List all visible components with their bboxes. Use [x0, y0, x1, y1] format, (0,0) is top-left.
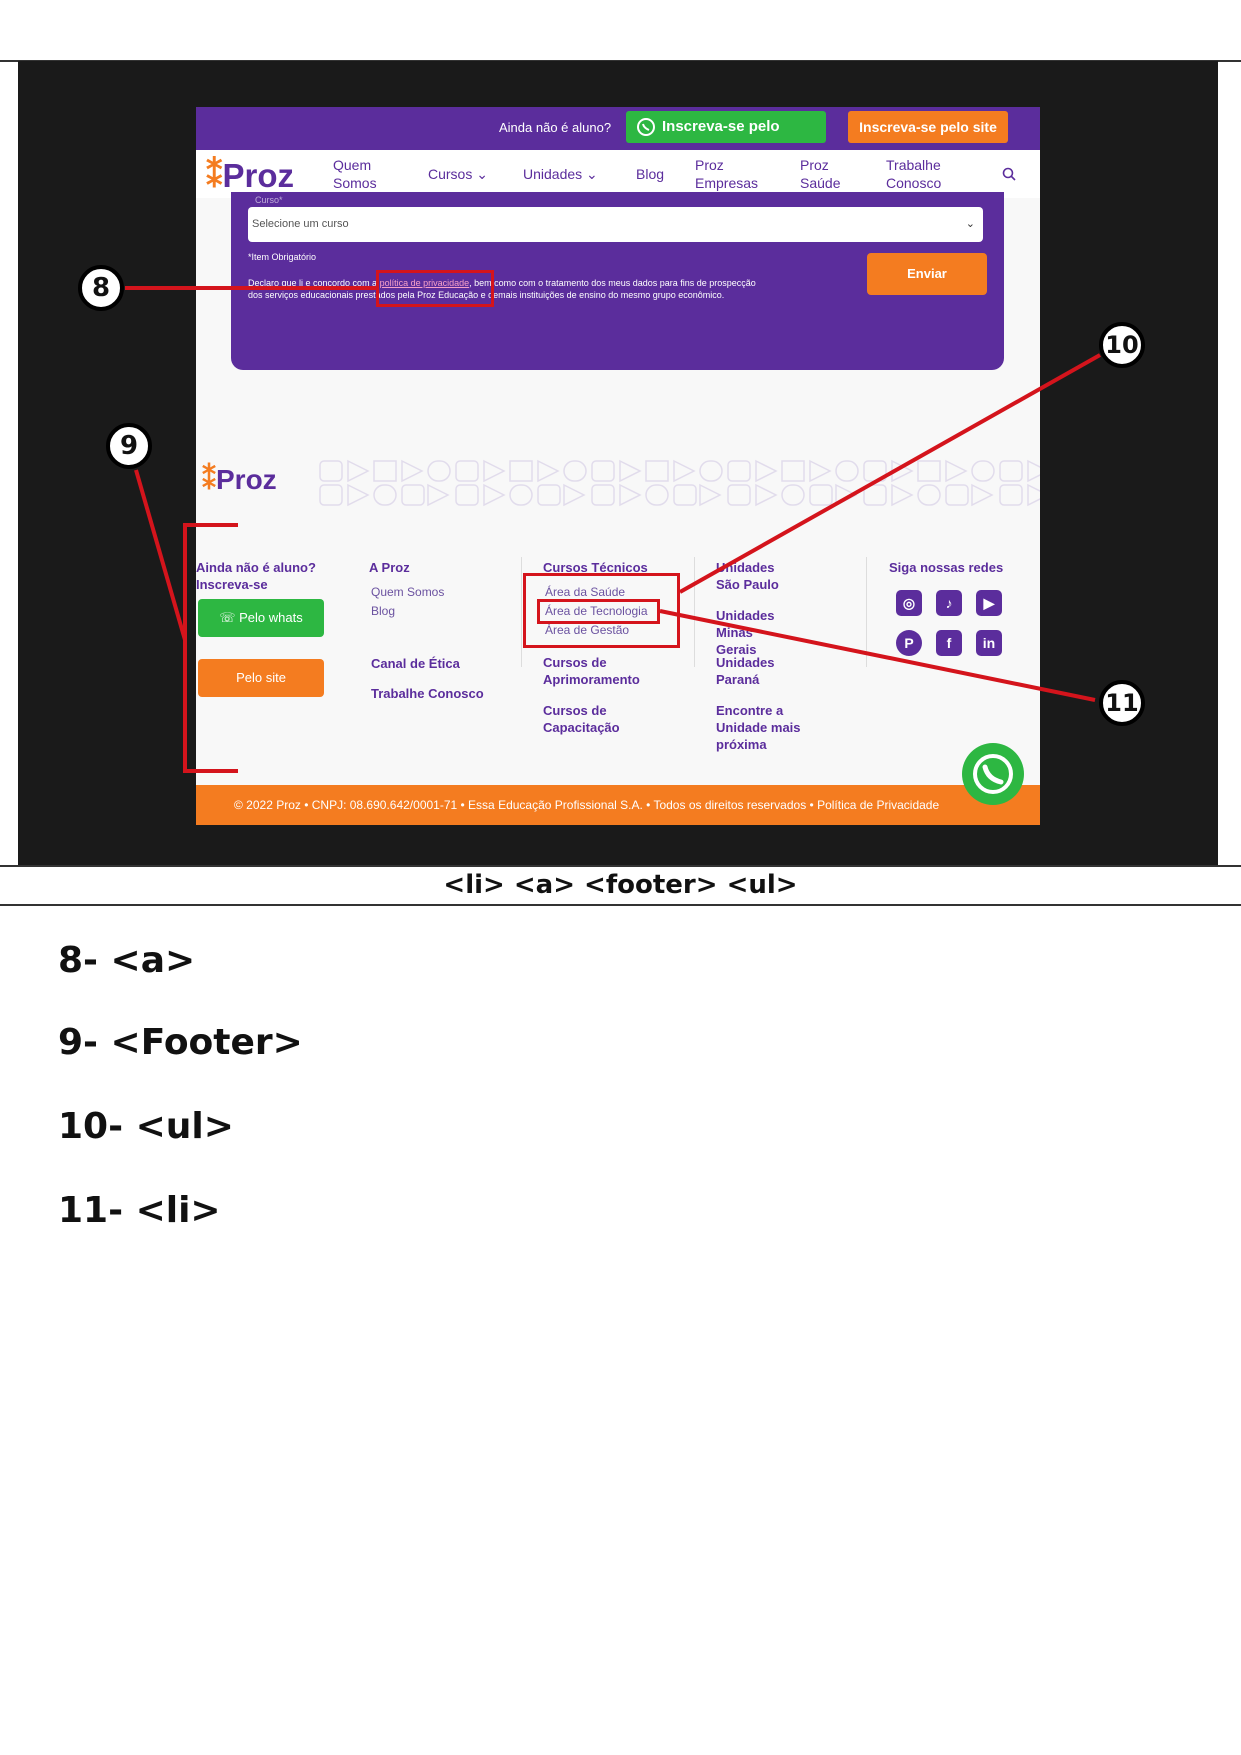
footer-link-trabalhe-conosco[interactable]: Trabalhe Conosco — [371, 685, 484, 702]
nav-proz-saude[interactable]: Proz Saúde — [800, 156, 845, 192]
chevron-down-icon: ⌄ — [965, 218, 975, 230]
top-bar: Ainda não é aluno? Inscreva-se pelo What… — [196, 107, 1040, 167]
footer-logo[interactable]: ⁑Proz — [202, 463, 277, 496]
whats-signup-button[interactable]: Inscreva-se pelo Whats — [626, 111, 826, 167]
nav-blog[interactable]: Blog — [636, 165, 664, 183]
footer-whats-button[interactable]: ☏ Pelo whats — [198, 599, 324, 637]
footer-unidade-proxima[interactable]: Encontre a Unidade mais próxima — [716, 702, 806, 753]
proz-website-screenshot: Ainda não é aluno? Inscreva-se pelo What… — [196, 107, 1040, 825]
pinterest-icon[interactable]: P — [896, 630, 922, 656]
annotation-marker-10: 10 — [1099, 322, 1145, 368]
field-label: Curso* — [255, 195, 283, 205]
footer-link-canal-etica[interactable]: Canal de Ética — [371, 655, 460, 672]
footer-link-capacitacao[interactable]: Cursos de Capacitação — [543, 702, 653, 736]
caption-top-rule — [0, 865, 1241, 867]
figure-caption: <li> <a> <footer> <ul> — [443, 870, 798, 900]
footer-col1-heading: Ainda não é aluno? Inscreva-se — [196, 560, 316, 592]
course-select[interactable]: Selecione um curso ⌄ — [248, 207, 983, 242]
nav-unidades[interactable]: Unidades ⌄ — [523, 165, 598, 183]
nav-quem-somos[interactable]: Quem Somos — [333, 156, 383, 192]
proz-logo-mark-icon: ⁑ — [202, 464, 216, 495]
search-icon[interactable] — [1002, 167, 1016, 181]
whatsapp-icon: ☏ — [219, 610, 236, 625]
whatsapp-icon — [637, 118, 655, 136]
chevron-down-icon: ⌄ — [586, 166, 598, 182]
legend-item-10: 10- <ul> — [58, 1106, 234, 1147]
decorative-pattern — [319, 459, 1040, 507]
consent-text: Declaro que li e concordo com a política… — [248, 278, 756, 300]
annotation-marker-9: 9 — [106, 423, 152, 469]
footer-col2-heading[interactable]: A Proz — [369, 559, 410, 576]
whatsapp-float-button[interactable] — [962, 743, 1024, 805]
footer-unidades-sp[interactable]: Unidades São Paulo — [716, 559, 786, 593]
not-student-text: Ainda não é aluno? — [499, 120, 612, 135]
main-nav: ⁑Proz Quem Somos Cursos ⌄ Unidades ⌄ Blo… — [196, 150, 1040, 198]
signup-form-panel: Curso* Selecione um curso ⌄ *Item Obrigat… — [231, 192, 1004, 370]
footer-link-aprimoramento[interactable]: Cursos de Aprimoramento — [543, 654, 653, 688]
footer-divider — [694, 557, 695, 667]
annotation-marker-8: 8 — [78, 265, 124, 311]
legend-item-9: 9- <Footer> — [58, 1022, 303, 1063]
copyright-bar: © 2022 Proz • CNPJ: 08.690.642/0001-71 •… — [196, 785, 1040, 825]
highlight-list-item — [537, 599, 660, 624]
footer-divider — [521, 557, 522, 667]
site-signup-button[interactable]: Inscreva-se pelo site — [848, 111, 1008, 143]
nav-cursos[interactable]: Cursos ⌄ — [428, 165, 488, 183]
footer-site-button[interactable]: Pelo site — [198, 659, 324, 697]
whatsapp-icon — [973, 754, 1013, 794]
legend-item-11: 11- <li> — [58, 1190, 221, 1231]
youtube-icon[interactable]: ▶ — [976, 590, 1002, 616]
footer-unidades-mg[interactable]: Unidades Minas Gerais — [716, 607, 796, 658]
linkedin-icon[interactable]: in — [976, 630, 1002, 656]
proz-logo-mark-icon: ⁑ — [206, 157, 223, 194]
caption-bottom-rule — [0, 904, 1241, 906]
submit-button[interactable]: Enviar — [867, 253, 987, 295]
required-note: *Item Obrigatório — [248, 252, 317, 262]
facebook-icon[interactable]: f — [936, 630, 962, 656]
proz-logo[interactable]: ⁑Proz — [206, 156, 294, 195]
legend-item-8: 8- <a> — [58, 940, 196, 981]
logo-text: Proz — [222, 157, 295, 194]
highlight-privacy-link — [376, 270, 494, 307]
footer-link-blog[interactable]: Blog — [371, 603, 395, 620]
footer-link-quem-somos[interactable]: Quem Somos — [371, 584, 444, 601]
annotation-marker-11: 11 — [1099, 680, 1145, 726]
tiktok-icon[interactable]: ♪ — [936, 590, 962, 616]
nav-proz-empresas[interactable]: Proz Empresas — [695, 156, 765, 192]
instagram-icon[interactable]: ◎ — [896, 590, 922, 616]
footer-divider — [866, 557, 867, 667]
chevron-down-icon: ⌄ — [476, 166, 488, 182]
footer-social-heading: Siga nossas redes — [889, 560, 1004, 575]
footer-unidades-pr[interactable]: Unidades Paraná — [716, 654, 786, 688]
nav-trabalhe-conosco[interactable]: Trabalhe Conosco — [886, 156, 956, 192]
